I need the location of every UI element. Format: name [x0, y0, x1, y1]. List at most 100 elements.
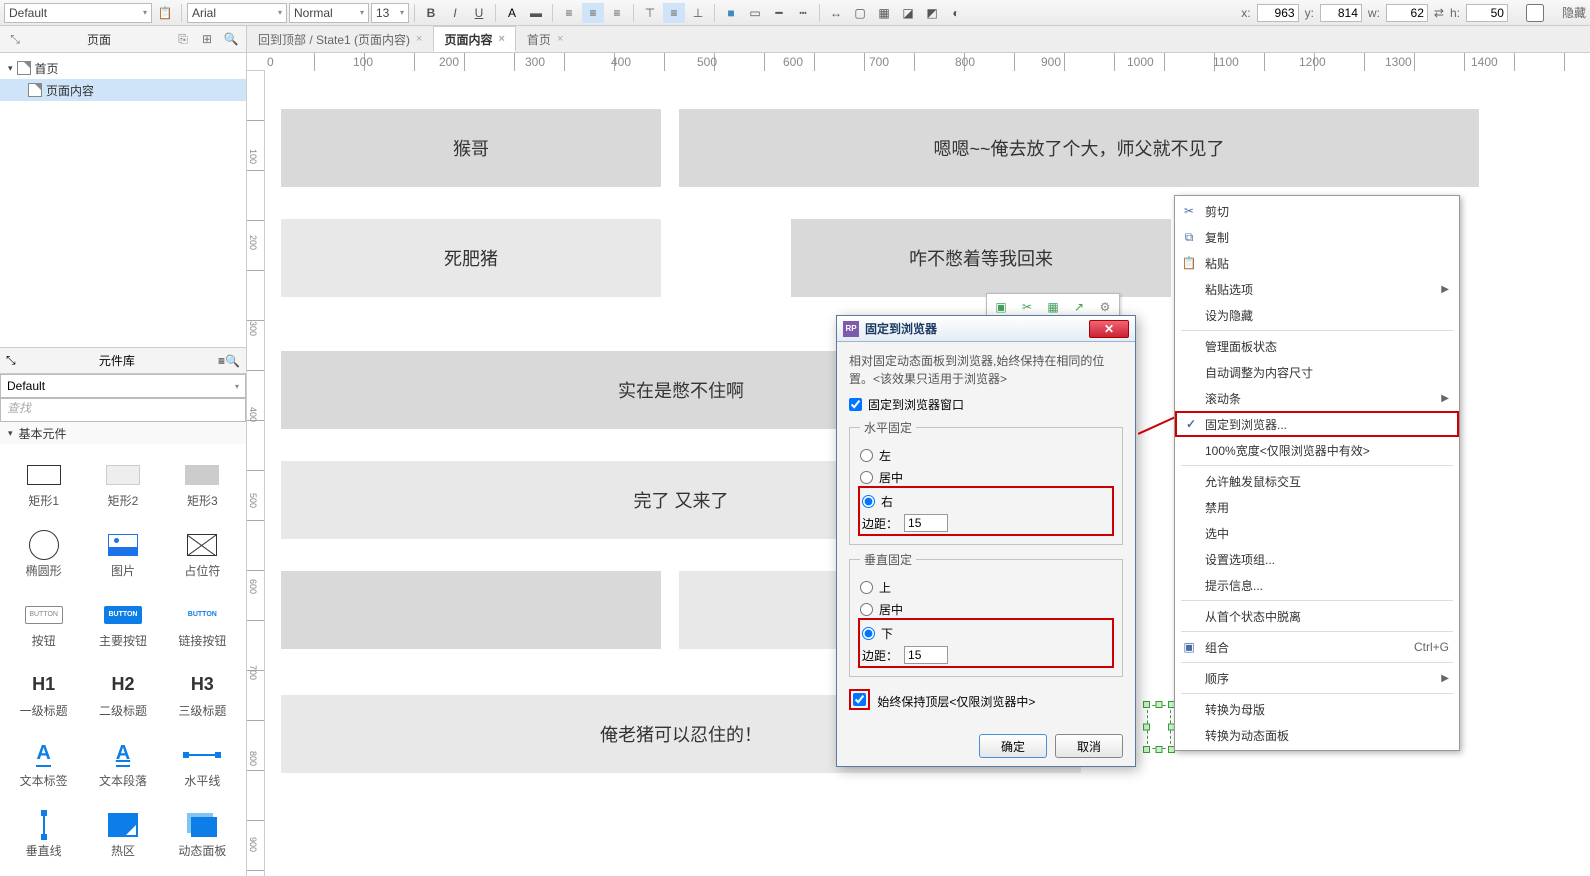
- lib-hline[interactable]: 水平线: [163, 730, 242, 800]
- size-select[interactable]: 13▾: [371, 3, 409, 23]
- tab-2[interactable]: 首页×: [516, 26, 574, 52]
- mi-pin-browser[interactable]: ✓固定到浏览器...: [1175, 411, 1459, 437]
- valign-bot-icon[interactable]: ⊥: [687, 3, 709, 23]
- mi-disable[interactable]: 禁用: [1175, 494, 1459, 520]
- lib-dynpanel[interactable]: 动态面板: [163, 800, 242, 870]
- radio-top[interactable]: 上: [860, 576, 1112, 598]
- pin-icon[interactable]: ⤡: [6, 30, 24, 48]
- lib-rect1[interactable]: 矩形1: [4, 450, 83, 520]
- lib-link-button[interactable]: BUTTON链接按钮: [163, 590, 242, 660]
- copy-style-icon[interactable]: 📋: [154, 3, 176, 23]
- mi-copy[interactable]: ⧉复制: [1175, 224, 1459, 250]
- font-select[interactable]: Arial▾: [187, 3, 287, 23]
- add-page-icon[interactable]: ⎘: [174, 30, 192, 48]
- radio-bottom[interactable]: 下: [862, 622, 1110, 644]
- v-margin-input[interactable]: [904, 646, 948, 664]
- ok-button[interactable]: 确定: [979, 734, 1047, 758]
- radio-center[interactable]: 居中: [860, 466, 1112, 488]
- canvas-block[interactable]: [281, 571, 661, 649]
- tab-1[interactable]: 页面内容×: [433, 26, 515, 52]
- cancel-button[interactable]: 取消: [1055, 734, 1123, 758]
- h-input[interactable]: [1466, 4, 1508, 22]
- mi-order[interactable]: 顺序▶: [1175, 665, 1459, 691]
- lib-placeholder[interactable]: 占位符: [163, 520, 242, 590]
- mi-full-width[interactable]: 100%宽度<仅限浏览器中有效>: [1175, 437, 1459, 463]
- border-width-icon[interactable]: ━: [768, 3, 790, 23]
- lib-ellipse[interactable]: 椭圆形: [4, 520, 83, 590]
- align-left-icon[interactable]: ≡: [558, 3, 580, 23]
- arrow-icon[interactable]: ↔: [825, 3, 847, 23]
- mi-allow-mouse[interactable]: 允许触发鼠标交互: [1175, 468, 1459, 494]
- valign-top-icon[interactable]: ⊤: [639, 3, 661, 23]
- mi-fit-content[interactable]: 自动调整为内容尺寸: [1175, 359, 1459, 385]
- pin-icon[interactable]: ⤡: [6, 353, 16, 368]
- mi-selected[interactable]: 选中: [1175, 520, 1459, 546]
- lock-aspect-icon[interactable]: ⇄: [1434, 6, 1444, 20]
- lib-h1[interactable]: H1一级标题: [4, 660, 83, 730]
- align-center-icon[interactable]: ≡: [582, 3, 604, 23]
- bold-icon[interactable]: B: [420, 3, 442, 23]
- mi-options[interactable]: 设置选项组...: [1175, 546, 1459, 572]
- close-icon[interactable]: ×: [557, 33, 563, 45]
- valign-mid-icon[interactable]: ≡: [663, 3, 685, 23]
- hidden-checkbox[interactable]: [1514, 4, 1556, 22]
- close-icon[interactable]: ×: [498, 33, 504, 45]
- canvas-block[interactable]: 咋不憋着等我回来: [791, 219, 1171, 297]
- w-input[interactable]: [1386, 4, 1428, 22]
- underline-icon[interactable]: U: [468, 3, 490, 23]
- canvas-block[interactable]: 猴哥: [281, 109, 661, 187]
- shadow-icon[interactable]: ◪: [897, 3, 919, 23]
- fill-color-icon[interactable]: ▬: [525, 3, 547, 23]
- mi-group[interactable]: ▣组合Ctrl+G: [1175, 634, 1459, 660]
- italic-icon[interactable]: I: [444, 3, 466, 23]
- close-icon[interactable]: ×: [416, 33, 422, 45]
- text-color-icon[interactable]: A: [501, 3, 523, 23]
- radio-right[interactable]: 右: [862, 490, 1110, 512]
- canvas-block[interactable]: 死肥猪: [281, 219, 661, 297]
- add-folder-icon[interactable]: ⊞: [198, 30, 216, 48]
- mi-scrollbars[interactable]: 滚动条▶: [1175, 385, 1459, 411]
- radio-vcenter[interactable]: 居中: [860, 598, 1112, 620]
- mi-paste[interactable]: 📋粘贴: [1175, 250, 1459, 276]
- mi-set-hidden[interactable]: 设为隐藏: [1175, 302, 1459, 328]
- search-icon[interactable]: 🔍: [225, 354, 240, 368]
- mi-tooltip[interactable]: 提示信息...: [1175, 572, 1459, 598]
- mi-paste-opts[interactable]: 粘贴选项▶: [1175, 276, 1459, 302]
- border-style-icon[interactable]: ┅: [792, 3, 814, 23]
- search-icon[interactable]: 🔍: [222, 30, 240, 48]
- weight-select[interactable]: Normal▾: [289, 3, 369, 23]
- lib-h2[interactable]: H2二级标题: [83, 660, 162, 730]
- dialog-close-icon[interactable]: ✕: [1089, 320, 1129, 338]
- align-right-icon[interactable]: ≡: [606, 3, 628, 23]
- mi-manage-states[interactable]: 管理面板状态: [1175, 333, 1459, 359]
- bgcolor-icon[interactable]: ■: [720, 3, 742, 23]
- tree-child[interactable]: 页面内容: [0, 79, 246, 101]
- lib-label[interactable]: A文本标签: [4, 730, 83, 800]
- h-margin-input[interactable]: [904, 514, 948, 532]
- lib-h3[interactable]: H3三级标题: [163, 660, 242, 730]
- lib-vline[interactable]: 垂直线: [4, 800, 83, 870]
- selection-handles[interactable]: [1147, 705, 1171, 749]
- lib-image[interactable]: 图片: [83, 520, 162, 590]
- mi-to-dynpanel[interactable]: 转换为动态面板: [1175, 722, 1459, 748]
- library-section[interactable]: ▾基本元件: [0, 422, 246, 444]
- lib-button[interactable]: BUTTON按钮: [4, 590, 83, 660]
- lib-rect2[interactable]: 矩形2: [83, 450, 162, 520]
- pin-window-check[interactable]: 固定到浏览器窗口: [849, 396, 1123, 413]
- mi-break-state[interactable]: 从首个状态中脱离: [1175, 603, 1459, 629]
- mi-cut[interactable]: ✂剪切: [1175, 198, 1459, 224]
- opacity-icon[interactable]: ◐: [945, 3, 967, 23]
- inner-shadow-icon[interactable]: ◩: [921, 3, 943, 23]
- canvas-block[interactable]: 嗯嗯~~俺去放了个大，师父就不见了: [679, 109, 1479, 187]
- lib-rect3[interactable]: 矩形3: [163, 450, 242, 520]
- border-vis-icon[interactable]: ▦: [873, 3, 895, 23]
- corner-radius-icon[interactable]: ▢: [849, 3, 871, 23]
- tab-0[interactable]: 回到顶部 / State1 (页面内容)×: [247, 26, 433, 52]
- tree-root[interactable]: ▾首页: [0, 57, 246, 79]
- lib-hotspot[interactable]: 热区: [83, 800, 162, 870]
- mi-to-master[interactable]: 转换为母版: [1175, 696, 1459, 722]
- dialog-titlebar[interactable]: RP 固定到浏览器 ✕: [837, 316, 1135, 342]
- menu-icon[interactable]: ≡: [218, 354, 225, 368]
- radio-left[interactable]: 左: [860, 444, 1112, 466]
- style-select[interactable]: Default▾: [4, 3, 152, 23]
